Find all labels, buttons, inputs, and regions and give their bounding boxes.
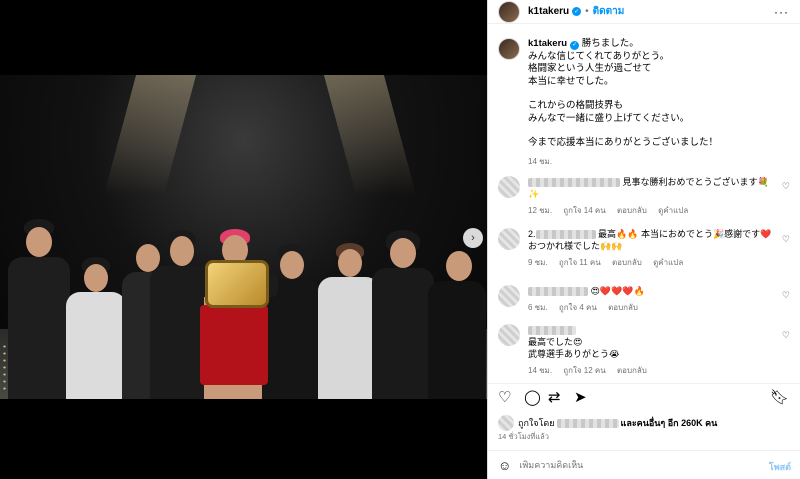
verified-badge-icon: ✓ bbox=[570, 40, 580, 50]
caption-time: 14 ชม. bbox=[528, 156, 553, 166]
post-side-panel: k1takeru ✓ • ติดตาม ··· k1takeru ✓ 勝ちました。… bbox=[487, 0, 800, 479]
likes-summary[interactable]: ถูกใจโดย และคนอื่นๆ อีก 260K คน bbox=[498, 415, 717, 431]
redacted-username bbox=[535, 230, 596, 240]
next-media-button[interactable]: › bbox=[463, 228, 483, 248]
caption-username[interactable]: k1takeru bbox=[528, 38, 567, 49]
redacted-username bbox=[528, 178, 620, 188]
comment-icon[interactable]: ◯ bbox=[524, 390, 541, 406]
like-comment-icon[interactable]: ♡ bbox=[782, 181, 790, 192]
emoji-icon[interactable]: ☺ bbox=[498, 458, 511, 473]
reply-button[interactable]: ตอบกลับ bbox=[612, 258, 642, 267]
commenter-avatar[interactable] bbox=[498, 285, 520, 307]
commenter-avatar[interactable] bbox=[498, 324, 520, 346]
caption-line: 本当に幸せでした。 bbox=[528, 75, 614, 87]
reply-button[interactable]: ตอบกลับ bbox=[617, 206, 647, 215]
caption-line: 格闘家という人生が過ごせて bbox=[528, 63, 652, 74]
like-comment-icon[interactable]: ♡ bbox=[782, 290, 790, 301]
comment-time: 12 ชม. bbox=[528, 206, 553, 215]
chevron-right-icon: › bbox=[471, 232, 475, 244]
instagram-post-modal: › k1takeru ✓ • ติดตาม ··· k1takeru ✓ 勝ちまし… bbox=[0, 0, 800, 479]
follow-button[interactable]: ติดตาม bbox=[593, 4, 625, 19]
author-username[interactable]: k1takeru bbox=[528, 6, 569, 17]
comment-text-line: 最高でした😍 bbox=[528, 337, 583, 347]
like-comment-icon[interactable]: ♡ bbox=[782, 234, 790, 245]
comment-time: 9 ชม. bbox=[528, 258, 548, 267]
reply-button[interactable]: ตอบกลับ bbox=[608, 303, 638, 312]
heart-icon[interactable]: ♡ bbox=[498, 390, 511, 406]
comment-item: 見事な勝利おめでとうございます💐✨ 12 ชม. ถูกใจ 14 คน ตอบ… bbox=[498, 176, 788, 217]
verified-badge-icon: ✓ bbox=[572, 7, 582, 16]
share-icon[interactable]: ➤ bbox=[574, 390, 587, 406]
redacted-username bbox=[528, 326, 576, 336]
repost-icon[interactable]: ⇄ bbox=[548, 390, 561, 406]
comment-time: 14 ชม. bbox=[528, 366, 553, 375]
post-header: k1takeru ✓ • ติดตาม ··· bbox=[488, 0, 800, 24]
reply-button[interactable]: ตอบกลับ bbox=[617, 366, 647, 375]
comment-input[interactable] bbox=[519, 460, 750, 470]
caption-line: 今まで応援本当にありがとうございました！ bbox=[528, 137, 719, 148]
comment-item: 最高でした😍 武尊選手ありがとう😭 14 ชม. ถูกใจ 12 คน ตอบ… bbox=[498, 324, 788, 377]
caption-line: みんなで一緒に盛り上げてください。 bbox=[528, 112, 690, 124]
liker-avatar bbox=[498, 415, 514, 431]
comment-prefix: 2. bbox=[528, 229, 536, 239]
post-timestamp[interactable]: 14 ชั่วโมงที่แล้ว bbox=[498, 431, 549, 443]
likes-prefix: ถูกใจโดย bbox=[518, 418, 555, 428]
comment-text-mid: 最高🔥🔥 bbox=[598, 229, 639, 239]
bookmark-icon[interactable]: 🔖︎ bbox=[770, 390, 789, 406]
caption-avatar[interactable] bbox=[498, 38, 520, 60]
post-photo[interactable] bbox=[0, 75, 487, 399]
comment-likes[interactable]: ถูกใจ 4 คน bbox=[559, 303, 597, 312]
media-pane: › bbox=[0, 0, 487, 479]
comment-text-line: 武尊選手ありがとう😭 bbox=[528, 349, 620, 359]
translate-button[interactable]: ดูคำแปล bbox=[658, 206, 688, 215]
comment-likes[interactable]: ถูกใจ 11 คน bbox=[559, 258, 601, 267]
comment-likes[interactable]: ถูกใจ 14 คน bbox=[563, 206, 605, 215]
comment-time: 6 ชม. bbox=[528, 303, 548, 312]
post-caption: k1takeru ✓ 勝ちました。 みんな信じてくれてありがとう。 格闘家という人… bbox=[498, 38, 788, 168]
commenter-avatar[interactable] bbox=[498, 228, 520, 250]
caption-line: これからの格闘技界も bbox=[528, 100, 624, 111]
comment-item: 😍❤️❤️❤️🔥 6 ชม. ถูกใจ 4 คน ตอบกลับ bbox=[498, 285, 788, 314]
post-comment-button[interactable]: โพสต์ bbox=[769, 460, 791, 474]
comment-item: 2. 最高🔥🔥 本当におめでとう🎉感謝です❤️おつかれ様でした🙌🙌 9 ชม. … bbox=[498, 228, 788, 269]
like-comment-icon[interactable]: ♡ bbox=[782, 330, 790, 341]
author-avatar[interactable] bbox=[498, 0, 520, 23]
likes-suffix: และคนอื่นๆ อีก 260K คน bbox=[620, 418, 718, 428]
redacted-username bbox=[528, 287, 588, 297]
caption-line: 勝ちました。 bbox=[581, 38, 639, 49]
caption-line: みんな信じてくれてありがとう。 bbox=[528, 50, 670, 62]
comment-likes[interactable]: ถูกใจ 12 คน bbox=[563, 366, 605, 375]
separator-dot: • bbox=[585, 6, 589, 17]
translate-button[interactable]: ดูคำแปล bbox=[653, 258, 683, 267]
add-comment-bar: ☺ โพสต์ bbox=[488, 450, 800, 479]
more-options-icon[interactable]: ··· bbox=[774, 5, 789, 19]
commenter-avatar[interactable] bbox=[498, 176, 520, 198]
comment-text: 😍❤️❤️❤️🔥 bbox=[590, 286, 645, 296]
action-bar: ♡ ◯ ⇄ ➤ 🔖︎ bbox=[488, 383, 800, 411]
championship-belt bbox=[205, 260, 269, 308]
redacted-username bbox=[556, 418, 619, 428]
